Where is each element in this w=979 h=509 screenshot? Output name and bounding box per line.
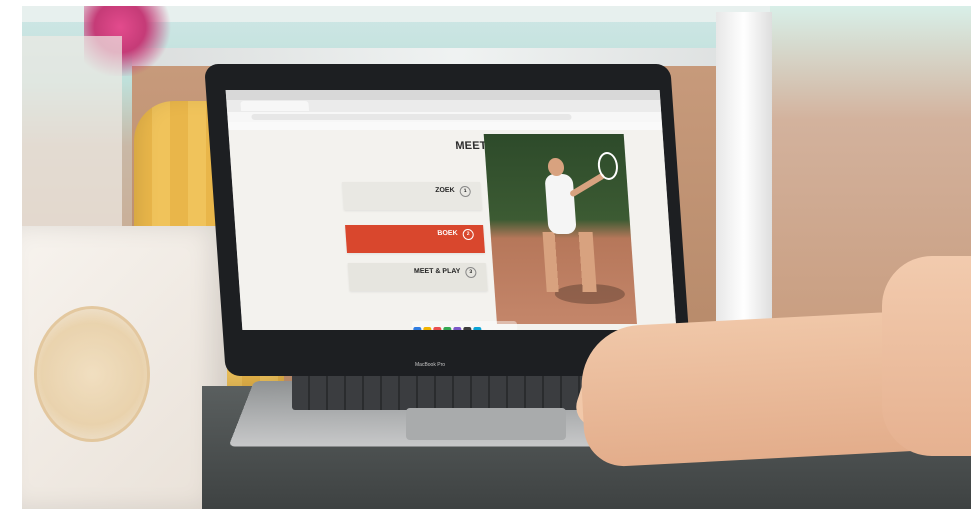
player-body bbox=[544, 174, 577, 234]
laptop-screen: MEET & PLAY IN 3 STAPPEN ZOEK 1 BOEK 2 bbox=[225, 90, 677, 330]
photo: MEET & PLAY IN 3 STAPPEN ZOEK 1 BOEK 2 bbox=[22, 6, 971, 509]
dock-app-icon[interactable] bbox=[453, 327, 462, 330]
dock-app-icon[interactable] bbox=[463, 327, 472, 330]
paper-bag-top bbox=[22, 36, 122, 236]
step-label: BOEK bbox=[437, 230, 458, 237]
dock-app-icon[interactable] bbox=[473, 327, 482, 330]
player-head bbox=[547, 158, 565, 176]
step-description bbox=[362, 240, 475, 248]
trackpad bbox=[406, 408, 566, 440]
step-card-boek[interactable]: BOEK 2 bbox=[345, 225, 486, 253]
player-arm bbox=[568, 172, 606, 198]
step-number: 2 bbox=[462, 229, 475, 240]
mac-dock[interactable] bbox=[411, 321, 518, 330]
step-card-zoek[interactable]: ZOEK 1 bbox=[342, 182, 482, 210]
step-description bbox=[365, 278, 478, 286]
url-input[interactable] bbox=[251, 114, 572, 120]
webpage: MEET & PLAY IN 3 STAPPEN ZOEK 1 BOEK 2 bbox=[228, 130, 677, 330]
step-number: 3 bbox=[464, 267, 477, 278]
white-pillar bbox=[716, 12, 772, 352]
step-card-meet-play[interactable]: MEET & PLAY 3 bbox=[347, 263, 488, 291]
step-title: BOEK 2 bbox=[437, 229, 475, 240]
dock-app-icon[interactable] bbox=[413, 327, 422, 330]
mac-menubar bbox=[225, 90, 661, 100]
step-title: ZOEK 1 bbox=[434, 186, 472, 197]
step-number: 1 bbox=[459, 186, 472, 197]
browser-urlbar[interactable] bbox=[227, 112, 662, 122]
bag-seal-graphic bbox=[34, 306, 150, 442]
step-label: MEET & PLAY bbox=[413, 268, 461, 275]
laptop-brand-label: MacBook Pro bbox=[415, 362, 446, 368]
dock-app-icon[interactable] bbox=[443, 327, 452, 330]
browser-tab[interactable] bbox=[240, 101, 310, 111]
browser-tabbar bbox=[226, 100, 662, 112]
dock-app-icon[interactable] bbox=[423, 327, 432, 330]
arm bbox=[882, 256, 971, 456]
step-description bbox=[359, 197, 472, 205]
step-label: ZOEK bbox=[434, 187, 455, 194]
dock-app-icon[interactable] bbox=[433, 327, 442, 330]
step-title: MEET & PLAY 3 bbox=[414, 267, 477, 278]
player-legs bbox=[542, 232, 597, 292]
tennis-player-image bbox=[483, 134, 637, 324]
